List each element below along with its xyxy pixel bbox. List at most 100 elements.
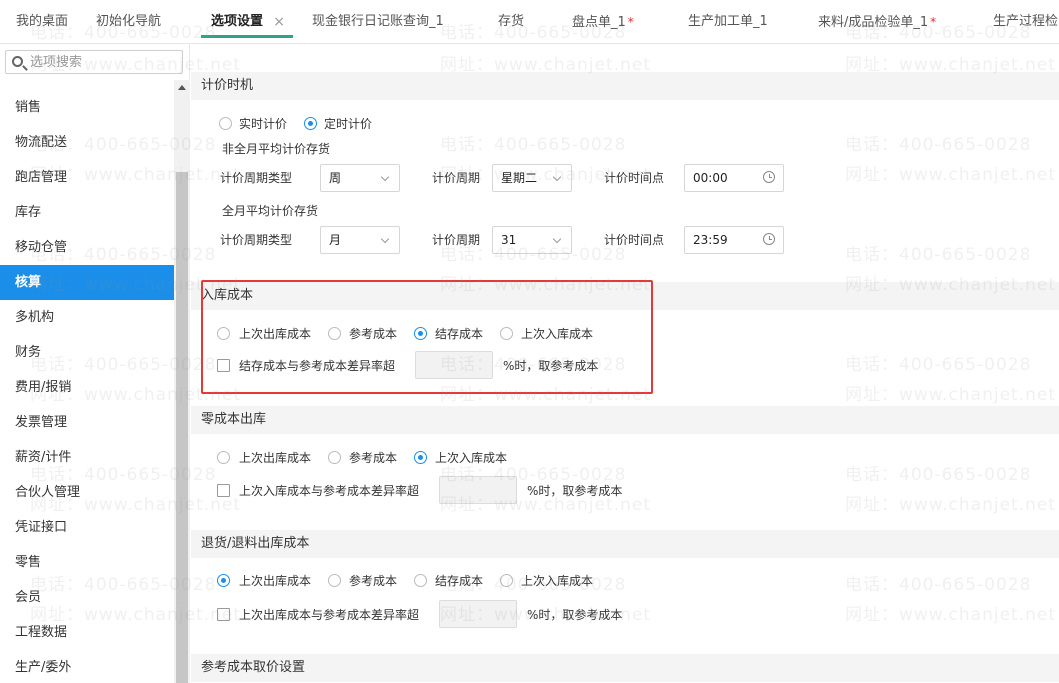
full-month-time-picker[interactable]: 23:59 xyxy=(684,226,784,254)
tab-label: 生产过程检 xyxy=(993,14,1059,29)
radio-return-last-inbound-cost[interactable] xyxy=(500,574,513,587)
return-threshold-input[interactable] xyxy=(439,600,517,628)
sidebar-item-expense[interactable]: 费用/报销 xyxy=(0,370,174,405)
tab-inspection[interactable]: 来料/成品检验单_1 * xyxy=(818,0,937,43)
return-outbound-threshold-row: 上次出库成本与参考成本差异率超 %时，取参考成本 xyxy=(191,600,1059,628)
sidebar-scrollbar[interactable] xyxy=(174,80,190,683)
zero-cost-threshold-row: 上次入库成本与参考成本差异率超 %时，取参考成本 xyxy=(191,476,1059,504)
radio-return-last-outbound-cost[interactable] xyxy=(217,574,230,587)
sidebar-item-production[interactable]: 生产/委外 xyxy=(0,650,174,683)
non-full-month-period-type-select[interactable]: 周 xyxy=(320,164,400,192)
section-zero-cost-outbound: 零成本出库 xyxy=(191,406,1059,434)
sidebar-item-member[interactable]: 会员 xyxy=(0,580,174,615)
sidebar-menu: 销售 物流配送 跑店管理 库存 移动仓管 核算 多机构 财务 费用/报销 发票管… xyxy=(0,90,174,683)
settings-panel: 计价时机 实时计价 定时计价 非全月平均计价存货 计价周期类型 周 计价周期 星… xyxy=(191,44,1059,683)
radio-label: 上次出库成本 xyxy=(239,451,312,465)
tab-stocktake[interactable]: 盘点单_1 * xyxy=(572,0,634,43)
radio-return-balance-cost[interactable] xyxy=(414,574,427,587)
sidebar-item-partner[interactable]: 合伙人管理 xyxy=(0,475,174,510)
radio-inbound-last-outbound-cost[interactable] xyxy=(217,327,230,340)
sidebar-item-voucher-interface[interactable]: 凭证接口 xyxy=(0,510,174,545)
radio-zero-reference-cost[interactable] xyxy=(328,451,341,464)
inbound-threshold-checkbox[interactable] xyxy=(217,359,230,372)
tab-options-settings[interactable]: 选项设置 × xyxy=(200,0,294,43)
radio-label: 上次入库成本 xyxy=(521,574,594,588)
radio-label: 结存成本 xyxy=(435,327,484,341)
sidebar-item-logistics[interactable]: 物流配送 xyxy=(0,125,174,160)
non-full-month-time-picker[interactable]: 00:00 xyxy=(684,164,784,192)
sidebar-item-finance[interactable]: 财务 xyxy=(0,335,174,370)
radio-realtime-pricing[interactable] xyxy=(219,117,232,130)
return-threshold-checkbox[interactable] xyxy=(217,608,230,621)
tab-label: 现金银行日记账查询_1 xyxy=(312,14,444,29)
sidebar-item-engineering-data[interactable]: 工程数据 xyxy=(0,615,174,650)
tab-cash-journal[interactable]: 现金银行日记账查询_1 xyxy=(312,0,444,43)
radio-zero-last-outbound-cost[interactable] xyxy=(217,451,230,464)
radio-label: 参考成本 xyxy=(349,574,398,588)
chevron-down-icon xyxy=(380,234,390,244)
threshold-suffix: %时，取参考成本 xyxy=(503,359,599,373)
radio-label: 上次入库成本 xyxy=(521,327,594,341)
checkbox-label: 上次入库成本与参考成本差异率超 xyxy=(239,484,420,498)
tab-inventory[interactable]: 存货 xyxy=(498,0,524,43)
sidebar-item-sales[interactable]: 销售 xyxy=(0,90,174,125)
zero-threshold-checkbox[interactable] xyxy=(217,484,230,497)
sidebar-item-multi-org[interactable]: 多机构 xyxy=(0,300,174,335)
unsaved-star-icon: * xyxy=(930,15,937,29)
inbound-threshold-input[interactable] xyxy=(415,351,493,379)
full-month-period-select[interactable]: 31 xyxy=(492,226,572,254)
tab-process-inspection[interactable]: 生产过程检 xyxy=(993,0,1059,43)
radio-return-reference-cost[interactable] xyxy=(328,574,341,587)
radio-label: 参考成本 xyxy=(349,451,398,465)
sidebar-item-invoice[interactable]: 发票管理 xyxy=(0,405,174,440)
period-label: 计价周期 xyxy=(432,171,481,185)
radio-label: 实时计价 xyxy=(239,117,288,131)
checkbox-label: 上次出库成本与参考成本差异率超 xyxy=(239,608,420,622)
tab-label: 生产加工单_1 xyxy=(688,14,768,29)
tab-label: 我的桌面 xyxy=(16,14,69,29)
select-value: 星期二 xyxy=(501,171,538,185)
sidebar: 销售 物流配送 跑店管理 库存 移动仓管 核算 多机构 财务 费用/报销 发票管… xyxy=(0,44,190,683)
sidebar-item-store-visit[interactable]: 跑店管理 xyxy=(0,160,174,195)
radio-inbound-reference-cost[interactable] xyxy=(328,327,341,340)
scroll-up-arrow-icon[interactable] xyxy=(178,85,186,90)
non-full-month-row: 计价周期类型 周 计价周期 星期二 计价时间点 00:00 xyxy=(191,164,1059,192)
tab-production-order[interactable]: 生产加工单_1 xyxy=(688,0,768,43)
chevron-down-icon xyxy=(552,172,562,182)
sidebar-item-retail[interactable]: 零售 xyxy=(0,545,174,580)
full-month-period-type-select[interactable]: 月 xyxy=(320,226,400,254)
clock-icon xyxy=(763,233,775,245)
threshold-suffix: %时，取参考成本 xyxy=(527,484,623,498)
option-search-input[interactable] xyxy=(30,52,180,72)
clock-icon xyxy=(763,171,775,183)
time-value: 00:00 xyxy=(693,171,728,185)
full-month-row: 计价周期类型 月 计价周期 31 计价时间点 23:59 xyxy=(191,226,1059,254)
radio-label: 上次出库成本 xyxy=(239,327,312,341)
zero-threshold-input[interactable] xyxy=(439,476,517,504)
inbound-cost-threshold-row: 结存成本与参考成本差异率超 %时，取参考成本 xyxy=(191,351,1059,379)
unsaved-star-icon: * xyxy=(627,15,634,29)
radio-label: 结存成本 xyxy=(435,574,484,588)
radio-scheduled-pricing[interactable] xyxy=(304,117,317,130)
tab-label: 初始化导航 xyxy=(96,14,162,29)
tab-init-guide[interactable]: 初始化导航 xyxy=(96,0,162,43)
radio-label: 上次出库成本 xyxy=(239,574,312,588)
close-icon[interactable]: × xyxy=(273,0,285,43)
tab-my-desktop[interactable]: 我的桌面 xyxy=(16,0,69,43)
radio-inbound-last-inbound-cost[interactable] xyxy=(500,327,513,340)
tab-bar: 我的桌面 初始化导航 选项设置 × 现金银行日记账查询_1 存货 盘点单_1 * 生… xyxy=(0,0,1059,44)
tab-label: 选项设置 xyxy=(211,14,264,29)
period-type-label: 计价周期类型 xyxy=(220,233,293,247)
scrollbar-thumb[interactable] xyxy=(176,172,188,683)
sidebar-item-inventory[interactable]: 库存 xyxy=(0,195,174,230)
radio-label: 上次入库成本 xyxy=(435,451,508,465)
sidebar-item-mobile-warehouse[interactable]: 移动仓管 xyxy=(0,230,174,265)
non-full-month-period-select[interactable]: 星期二 xyxy=(492,164,572,192)
radio-zero-last-inbound-cost[interactable] xyxy=(414,451,427,464)
section-inbound-cost: 入库成本 xyxy=(191,282,1059,310)
option-search-box xyxy=(5,50,183,74)
radio-inbound-balance-cost[interactable] xyxy=(414,327,427,340)
sidebar-item-payroll[interactable]: 薪资/计件 xyxy=(0,440,174,475)
sidebar-item-costing[interactable]: 核算 xyxy=(0,265,174,300)
full-month-title: 全月平均计价存货 xyxy=(222,204,319,218)
